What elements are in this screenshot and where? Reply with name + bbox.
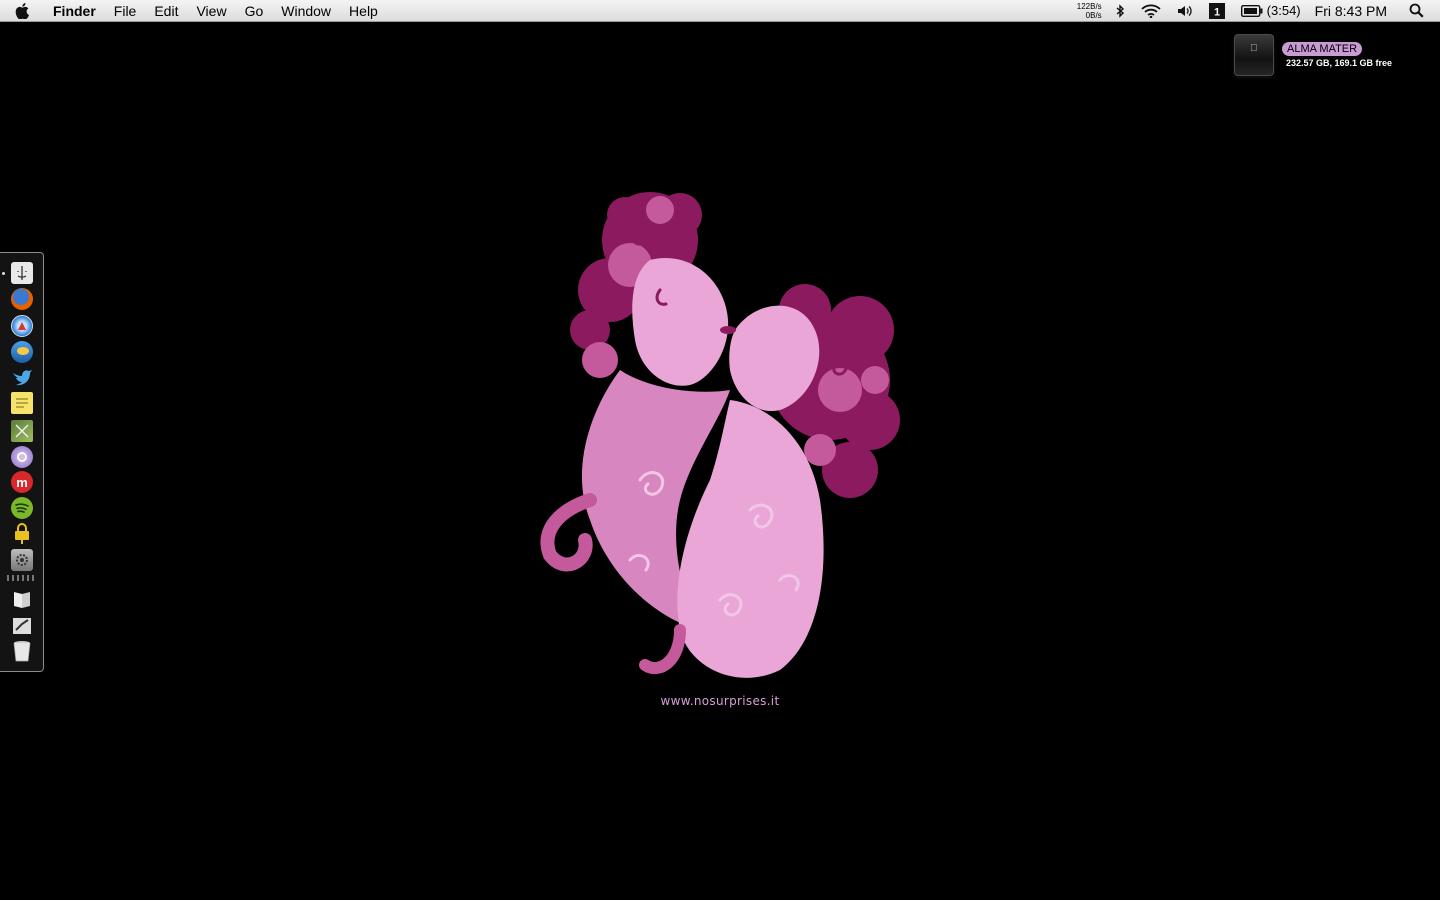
menu-window[interactable]: Window [272,0,340,22]
dock-item-safari[interactable] [9,314,35,338]
stickies-icon [11,392,33,414]
dock-item-trash[interactable] [9,639,35,663]
menu-view[interactable]: View [187,0,235,22]
finder-icon [11,262,33,284]
menu-bar: Finder File Edit View Go Window Help 122… [0,0,1440,22]
dock-item-firefox[interactable] [9,287,35,311]
network-monitor[interactable]: 122B/s 0B/s [1077,2,1102,20]
dock-item-miro[interactable]: m [9,470,35,494]
dock: m [0,252,44,672]
app-menu-finder[interactable]: Finder [44,0,105,22]
system-preferences-icon [11,549,33,571]
image-editor-icon [11,420,33,442]
svg-text:1: 1 [1214,6,1220,18]
safari-icon [11,315,33,337]
battery-time: (3:54) [1266,3,1301,18]
messenger-icon [11,446,33,468]
hard-drive-icon[interactable]:  [1234,34,1274,76]
twitter-bird-icon [11,366,33,388]
menu-go[interactable]: Go [236,0,273,22]
menu-clock[interactable]: Fri 8:43 PM [1315,3,1387,19]
dock-separator [7,575,37,581]
network-download-rate: 0B/s [1085,10,1102,20]
drive-widget[interactable]:  ALMA MATER 232.57 GB, 169.1 GB free [1232,34,1432,78]
battery-icon[interactable]: (3:54) [1240,0,1301,22]
menu-file[interactable]: File [105,0,146,22]
dock-item-messenger[interactable] [9,445,35,469]
wallpaper-artwork [540,192,900,678]
miro-icon: m [11,471,33,493]
dock-item-spotify[interactable] [9,496,35,520]
downloads-stack-icon [11,615,33,637]
dock-item-twitter[interactable] [9,365,35,389]
drive-name-label: ALMA MATER [1282,42,1363,56]
wallpaper-credit: www.nosurprises.it [660,694,780,708]
trash-icon [11,640,33,662]
spotify-icon [11,497,33,519]
dock-item-downloads[interactable] [9,614,35,638]
dock-item-documents[interactable] [9,587,35,611]
lock-icon [11,522,33,544]
running-indicator [2,272,5,275]
wifi-icon[interactable] [1141,0,1161,22]
menu-edit[interactable]: Edit [145,0,187,22]
dock-item-system-preferences[interactable] [9,548,35,572]
spotlight-icon[interactable] [1409,0,1424,22]
documents-stack-icon [11,588,33,610]
spaces-icon[interactable]: 1 [1208,0,1225,22]
bluetooth-icon[interactable] [1116,0,1125,22]
volume-icon[interactable] [1177,0,1193,22]
adium-icon [11,341,33,363]
network-upload-rate: 122B/s [1076,1,1102,11]
dock-item-adium[interactable] [9,340,35,364]
apple-menu-icon[interactable] [0,0,44,22]
dock-item-vpn[interactable] [9,521,35,545]
menu-help[interactable]: Help [340,0,387,22]
dock-item-finder[interactable] [9,261,35,285]
dock-item-image-editor[interactable] [9,419,35,443]
dock-item-stickies[interactable] [9,391,35,415]
firefox-icon [11,288,33,310]
drive-space-info: 232.57 GB, 169.1 GB free [1286,58,1393,68]
